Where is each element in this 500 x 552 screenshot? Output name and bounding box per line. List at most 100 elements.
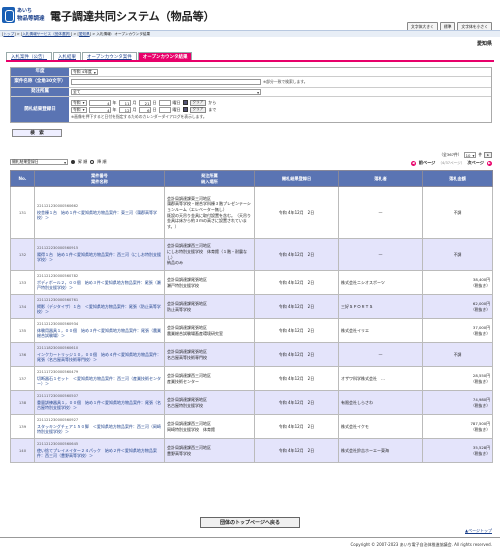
per-page-select[interactable]: 10 ▾ bbox=[463, 152, 477, 158]
breadcrumb-org[interactable]: 愛知県 bbox=[79, 32, 90, 36]
table-row[interactable]: 133 221121230000560782 ポディボール２，００個 始め３件＜愛知… bbox=[10, 270, 493, 295]
desc-label: 降 順 bbox=[97, 159, 107, 164]
next-arrow-icon[interactable]: ▶ bbox=[487, 160, 492, 166]
breadcrumb-top[interactable]: トップ bbox=[3, 32, 14, 36]
case-name-link[interactable]: 体験用器具１，００個 始め３件＜愛知県地方物品案件：尾張（農業総合試験場）＞ bbox=[37, 328, 162, 339]
row-date: 令和 4年12月 2日 bbox=[254, 238, 339, 271]
date-label: 開札結果登録日 bbox=[11, 97, 69, 122]
search-button[interactable]: 検 索 bbox=[12, 129, 62, 137]
to-suffix: まで bbox=[208, 106, 217, 112]
row-amount: 37,000円 （税抜き） bbox=[422, 318, 493, 343]
row-case[interactable]: 221121230000560761 掲影（デジタイザ）１台 ＜愛知県地方物品案件… bbox=[34, 294, 165, 319]
row-amount: 38,400円 （税抜き） bbox=[422, 270, 493, 295]
case-name-note: ※部分一致で検索します。 bbox=[263, 79, 308, 84]
tab-open-counter-case[interactable]: オープンカウンタ案件 bbox=[82, 52, 137, 60]
tab-bid-notice[interactable]: 入札案件（公告） bbox=[6, 52, 52, 60]
case-name-link[interactable]: 校舎棟１台 始め１件＜愛知県地方物品案件：東三河（蒲郡高等学校）＞ bbox=[37, 210, 162, 221]
back-to-org-top-button[interactable]: 団体のトップページへ戻る bbox=[200, 517, 300, 528]
asc-radio[interactable] bbox=[71, 160, 75, 164]
next-page-link[interactable]: 次ページ bbox=[467, 160, 484, 166]
copyright: Copyright © 2007-2023 あいち電子自治体推進協議会. All… bbox=[350, 542, 492, 547]
row-date: 令和 4年12月 2日 bbox=[254, 270, 339, 295]
desc-radio[interactable] bbox=[90, 160, 95, 164]
row-case[interactable]: 221121230000560782 ポディボール２，００個 始め３件＜愛知県地方… bbox=[34, 270, 165, 295]
row-date: 令和 4年12月 2日 bbox=[254, 438, 339, 463]
to-era-select[interactable]: 令和 ▾ bbox=[71, 106, 87, 113]
row-case[interactable]: 221121230000560662 校舎棟１台 始め１件＜愛知県地方物品案件：東… bbox=[34, 186, 165, 239]
per-page-unit: 件 bbox=[478, 152, 483, 157]
per-page-apply-button[interactable]: ▸ bbox=[484, 152, 492, 158]
tab-bid-result[interactable]: 入札結果 bbox=[53, 52, 81, 60]
table-row[interactable]: 132 221122230000560915 陽得１台 始め１件＜愛知県地方物品案件… bbox=[10, 238, 493, 271]
row-no: 135 bbox=[10, 318, 35, 343]
to-dow bbox=[158, 106, 171, 113]
case-name-link[interactable]: 使い捨てプレイメイター２４パック 始め２件＜愛知県地方物品案件：西三河（豊野高等… bbox=[37, 448, 162, 459]
calendar-icon[interactable] bbox=[182, 100, 188, 105]
row-amount: 62,000円 （税抜き） bbox=[422, 294, 493, 319]
row-office: 会計局調達課尾張地区 瀬戸特別支援学校 bbox=[164, 270, 255, 295]
row-winner: オザワ科学株式会社 … bbox=[338, 366, 423, 391]
row-no: 136 bbox=[10, 342, 35, 367]
table-row[interactable]: 136 221118230000560610 インクカートリッジ１０，００個 始め４… bbox=[10, 342, 493, 367]
prev-arrow-icon[interactable]: ◀ bbox=[410, 160, 416, 166]
calendar-icon[interactable] bbox=[182, 107, 188, 112]
from-clear-button[interactable]: クリア bbox=[189, 99, 207, 106]
row-case[interactable]: 221117230000560507 重量訓練器具１，００個 始め１件＜愛知県地方… bbox=[34, 390, 165, 415]
row-date: 令和 4年12月 2日 bbox=[254, 366, 339, 391]
fiscal-year-select[interactable]: 令和 4年度 ▾ bbox=[71, 69, 98, 75]
row-case[interactable]: 221121230000560645 使い捨てプレイメイター２４パック 始め２件＜… bbox=[34, 438, 165, 463]
case-name-link[interactable]: 切断器石１セット ＜愛知県地方物品案件：西三河（産業技術センター）＞ bbox=[37, 376, 162, 387]
to-clear-button[interactable]: クリア bbox=[189, 106, 207, 113]
case-name-label: 案件名称（全角30文字） bbox=[11, 77, 69, 87]
case-name-input[interactable] bbox=[71, 79, 261, 85]
case-name-link[interactable]: 陽得１台 始め１件＜愛知県地方物品案件：西三河（にしお特別支援学校）＞ bbox=[37, 252, 162, 263]
case-name-link[interactable]: 掲影（デジタイザ）１台 ＜愛知県地方物品案件：尾張（防止高等学校）＞ bbox=[37, 304, 162, 315]
row-case[interactable]: 221121230000560934 体験用器具１，００個 始め３件＜愛知県地方物… bbox=[34, 318, 165, 343]
row-case[interactable]: 221118230000560610 インクカートリッジ１０，００個 始め４件＜愛… bbox=[34, 342, 165, 367]
to-year-input[interactable]: 4 bbox=[88, 106, 111, 113]
row-office: 会計局調達課尾張地区 名古屋高等技術専門校 bbox=[164, 342, 255, 367]
row-winner: 三好ＳＰＯＲＴＳ bbox=[338, 294, 423, 319]
from-month-input[interactable]: 11 bbox=[118, 99, 131, 106]
footer: Copyright © 2007-2023 あいち電子自治体推進協議会. All… bbox=[0, 537, 500, 552]
prev-page-link[interactable]: 前ページ bbox=[419, 160, 436, 166]
case-name-link[interactable]: インクカートリッジ１０，００個 始め４件＜愛知県地方物品案件：尾張（名古屋高等技… bbox=[37, 352, 162, 363]
table-row[interactable]: 139 221121230000560927 スタッキングチェア１５０脚 ＜愛知県地… bbox=[10, 414, 493, 439]
row-date: 令和 4年12月 2日 bbox=[254, 342, 339, 367]
case-name-link[interactable]: 重量訓練器具１，００個 始め１件＜愛知県地方物品案件：尾張（名古屋特別支援学校）… bbox=[37, 400, 162, 411]
row-winner: 株式会社イリエ bbox=[338, 318, 423, 343]
tab-open-counter-result[interactable]: オープンカウンタ結果 bbox=[137, 52, 193, 60]
header-winner: 落札者 bbox=[338, 170, 423, 187]
logo-icon bbox=[2, 7, 15, 23]
table-row[interactable]: 137 221117230000560479 切断器石１セット ＜愛知県地方物品案件… bbox=[10, 366, 493, 391]
office-label: 発注所属 bbox=[11, 88, 69, 96]
row-case[interactable]: 221122230000560915 陽得１台 始め１件＜愛知県地方物品案件：西三… bbox=[34, 238, 165, 271]
table-row[interactable]: 135 221121230000560934 体験用器具１，００個 始め３件＜愛知県… bbox=[10, 318, 493, 343]
to-day-input[interactable]: 6 bbox=[138, 106, 151, 113]
from-era-select[interactable]: 令和 ▾ bbox=[71, 99, 87, 106]
breadcrumb-service[interactable]: 入札情報サービス（団体選択） bbox=[22, 32, 71, 36]
table-row[interactable]: 138 221117230000560507 重量訓練器具１，００個 始め１件＜愛知… bbox=[10, 390, 493, 415]
row-case[interactable]: 221121230000560927 スタッキングチェア１５０脚 ＜愛知県地方物品… bbox=[34, 414, 165, 439]
case-name-link[interactable]: スタッキングチェア１５０脚 ＜愛知県地方物品案件：西三河（岡崎特別支援学校）＞ bbox=[37, 424, 162, 435]
table-row[interactable]: 131 221121230000560662 校舎棟１台 始め１件＜愛知県地方物品案… bbox=[10, 186, 493, 239]
row-winner: — bbox=[338, 186, 423, 239]
asc-label: 昇 順 bbox=[78, 159, 88, 164]
row-no: 131 bbox=[10, 186, 35, 239]
system-title: 電子調達共同システム（物品等） bbox=[50, 10, 215, 23]
row-winner: 株式会社イクモ bbox=[338, 414, 423, 439]
sort-select[interactable]: 開札結果登録日 ▾ bbox=[10, 159, 68, 165]
search-form: 年度 令和 4年度 ▾ 案件名称（全角30文字） ※部分一致で検索します。 発注所… bbox=[10, 67, 492, 123]
page-top-link[interactable]: ▲ページトップ bbox=[465, 528, 492, 534]
table-row[interactable]: 134 221121230000560761 掲影（デジタイザ）１台 ＜愛知県地方物… bbox=[10, 294, 493, 319]
row-office: 会計局調達課西三河地区 豊野高等学校 bbox=[164, 438, 255, 463]
to-month-input[interactable]: 12 bbox=[118, 106, 131, 113]
row-case[interactable]: 221117230000560479 切断器石１セット ＜愛知県地方物品案件：西三… bbox=[34, 366, 165, 391]
logo[interactable]: あいち 物品等調達 bbox=[2, 6, 46, 26]
row-office: 会計局調達課尾張地区 名古屋特別支援学校 bbox=[164, 390, 255, 415]
office-select[interactable]: 全て ▾ bbox=[71, 89, 261, 95]
from-year-input[interactable]: 4 bbox=[88, 99, 111, 106]
case-name-link[interactable]: ポディボール２，００個 始め３件＜愛知県地方物品案件：尾張（瀬戸特別支援学校）＞ bbox=[37, 280, 162, 291]
table-row[interactable]: 140 221121230000560645 使い捨てプレイメイター２４パック 始め… bbox=[10, 438, 493, 463]
from-day-input[interactable]: 21 bbox=[138, 99, 151, 106]
